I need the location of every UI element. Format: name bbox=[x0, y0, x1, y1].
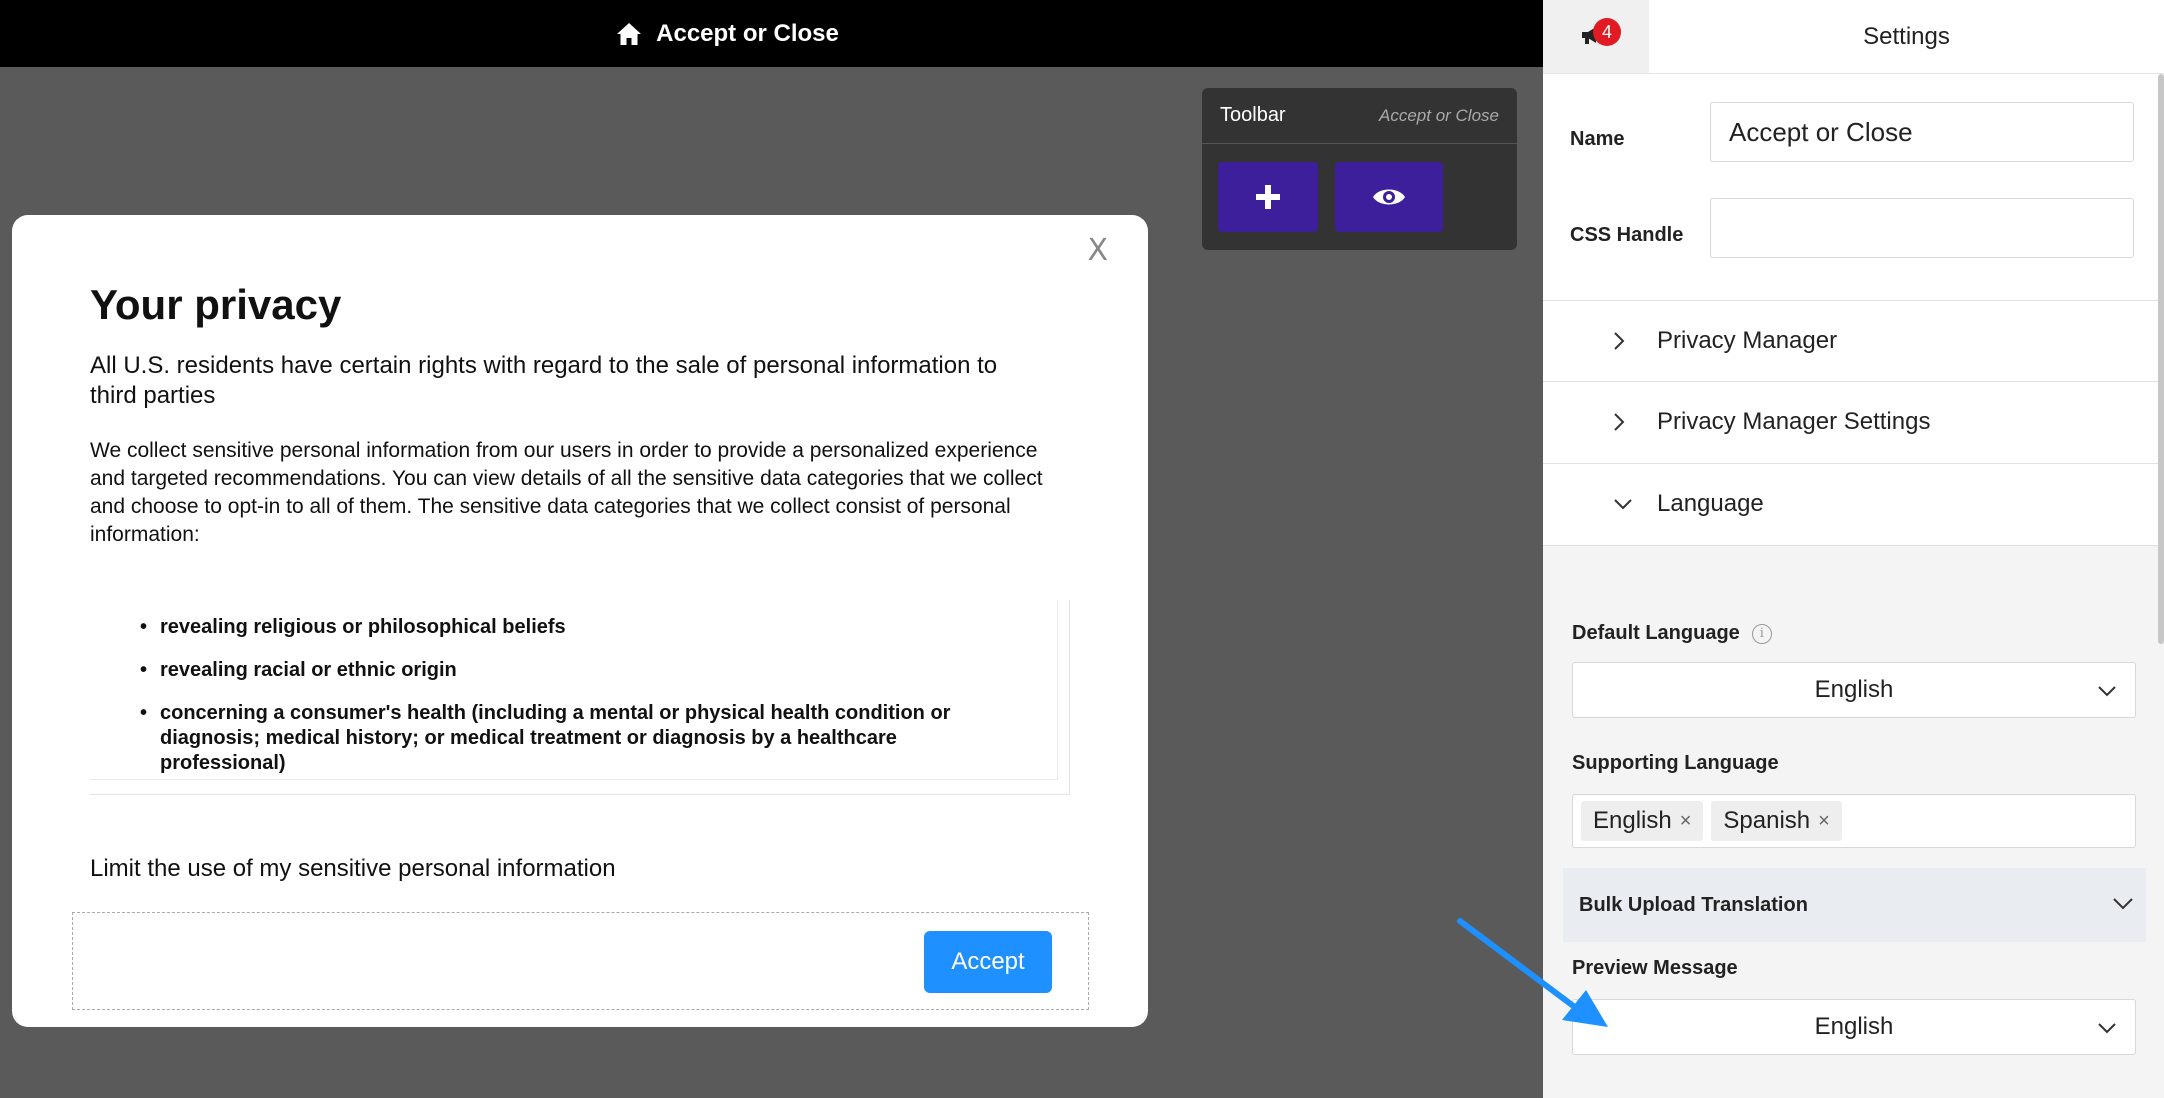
eye-icon bbox=[1373, 189, 1405, 205]
language-section: Default Language i English Supporting Lan… bbox=[1543, 545, 2164, 1098]
chevron-down-icon bbox=[2098, 686, 2116, 697]
name-label: Name bbox=[1570, 128, 1625, 150]
preview-button[interactable] bbox=[1335, 162, 1443, 232]
settings-header: 4 Settings bbox=[1543, 0, 2164, 74]
accept-button[interactable]: Accept bbox=[924, 931, 1052, 993]
category-item: concerning a consumer's health (includin… bbox=[140, 701, 1020, 776]
accordion-privacy-manager-settings[interactable]: Privacy Manager Settings bbox=[1543, 381, 2164, 462]
preview-message-select[interactable]: English bbox=[1572, 999, 2136, 1055]
remove-tag-icon[interactable]: × bbox=[1680, 810, 1692, 833]
remove-tag-icon[interactable]: × bbox=[1818, 810, 1830, 833]
modal-body-text: We collect sensitive personal informatio… bbox=[90, 439, 1043, 546]
bulk-upload-translation-row[interactable]: Bulk Upload Translation bbox=[1563, 868, 2146, 942]
settings-panel: 4 Settings Name Accept or Close CSS Hand… bbox=[1543, 0, 2164, 1098]
toolbar-panel: Toolbar Accept or Close bbox=[1202, 88, 1517, 250]
chevron-right-icon bbox=[1613, 412, 1633, 432]
tag-label: English bbox=[1593, 807, 1672, 834]
modal-title: Your privacy bbox=[90, 281, 342, 328]
accordion-label: Privacy Manager Settings bbox=[1657, 408, 1931, 435]
modal-close-button[interactable]: X bbox=[1087, 233, 1108, 268]
category-item: revealing racial or ethnic origin bbox=[140, 658, 1020, 683]
categories-list: revealing religious or philosophical bel… bbox=[140, 615, 1020, 794]
modal-button-area: Accept bbox=[72, 912, 1089, 1010]
panel-scrollbar[interactable] bbox=[2158, 74, 2164, 644]
category-item: revealing religious or philosophical bel… bbox=[140, 615, 1020, 640]
chevron-down-icon bbox=[2098, 1023, 2116, 1034]
add-element-button[interactable] bbox=[1218, 162, 1318, 232]
page-title: Accept or Close bbox=[656, 19, 839, 47]
top-bar: Accept or Close bbox=[0, 0, 1543, 67]
accordion-label: Privacy Manager bbox=[1657, 327, 1838, 354]
tag-label: Spanish bbox=[1723, 807, 1811, 834]
categories-scroll-area[interactable]: revealing religious or philosophical bel… bbox=[90, 600, 1058, 780]
notifications-tab[interactable]: 4 bbox=[1543, 0, 1649, 74]
notification-badge: 4 bbox=[1593, 18, 1621, 46]
language-tag: English × bbox=[1581, 801, 1704, 841]
name-input[interactable]: Accept or Close bbox=[1710, 102, 2134, 162]
chevron-right-icon bbox=[1613, 331, 1633, 351]
accordion-label: Language bbox=[1657, 490, 1764, 517]
toolbar-header: Toolbar Accept or Close bbox=[1202, 88, 1517, 144]
select-value: English bbox=[1814, 676, 1894, 703]
settings-title: Settings bbox=[1649, 0, 2164, 74]
chevron-down-icon bbox=[2113, 898, 2133, 910]
privacy-modal: X Your privacy All U.S. residents have c… bbox=[12, 215, 1148, 1027]
default-language-label-text: Default Language bbox=[1572, 622, 1740, 644]
limit-use-text: Limit the use of my sensitive personal i… bbox=[90, 855, 616, 882]
language-tag: Spanish × bbox=[1711, 801, 1842, 841]
modal-lead-text: All U.S. residents have certain rights w… bbox=[90, 352, 998, 409]
toolbar-title: Toolbar bbox=[1220, 104, 1286, 126]
default-language-select[interactable]: English bbox=[1572, 662, 2136, 718]
supporting-language-input[interactable]: English × Spanish × bbox=[1572, 794, 2136, 848]
categories-box[interactable]: revealing religious or philosophical bel… bbox=[90, 600, 1070, 795]
supporting-language-label: Supporting Language bbox=[1572, 752, 1779, 774]
css-handle-label: CSS Handle bbox=[1570, 224, 1684, 246]
toolbar-subtitle: Accept or Close bbox=[1379, 105, 1499, 125]
top-bar-title-group: Accept or Close bbox=[616, 20, 839, 48]
default-language-label: Default Language i bbox=[1572, 622, 1772, 645]
plus-icon bbox=[1256, 185, 1280, 209]
chevron-down-icon bbox=[1613, 498, 1633, 510]
select-value: English bbox=[1814, 1013, 1894, 1040]
info-icon[interactable]: i bbox=[1751, 623, 1772, 644]
preview-message-label: Preview Message bbox=[1572, 957, 1738, 979]
css-handle-input[interactable] bbox=[1710, 198, 2134, 258]
accordion-privacy-manager[interactable]: Privacy Manager bbox=[1543, 300, 2164, 381]
accordion-language[interactable]: Language bbox=[1543, 463, 2164, 544]
bulk-upload-label: Bulk Upload Translation bbox=[1579, 893, 1808, 916]
home-icon bbox=[617, 22, 642, 45]
